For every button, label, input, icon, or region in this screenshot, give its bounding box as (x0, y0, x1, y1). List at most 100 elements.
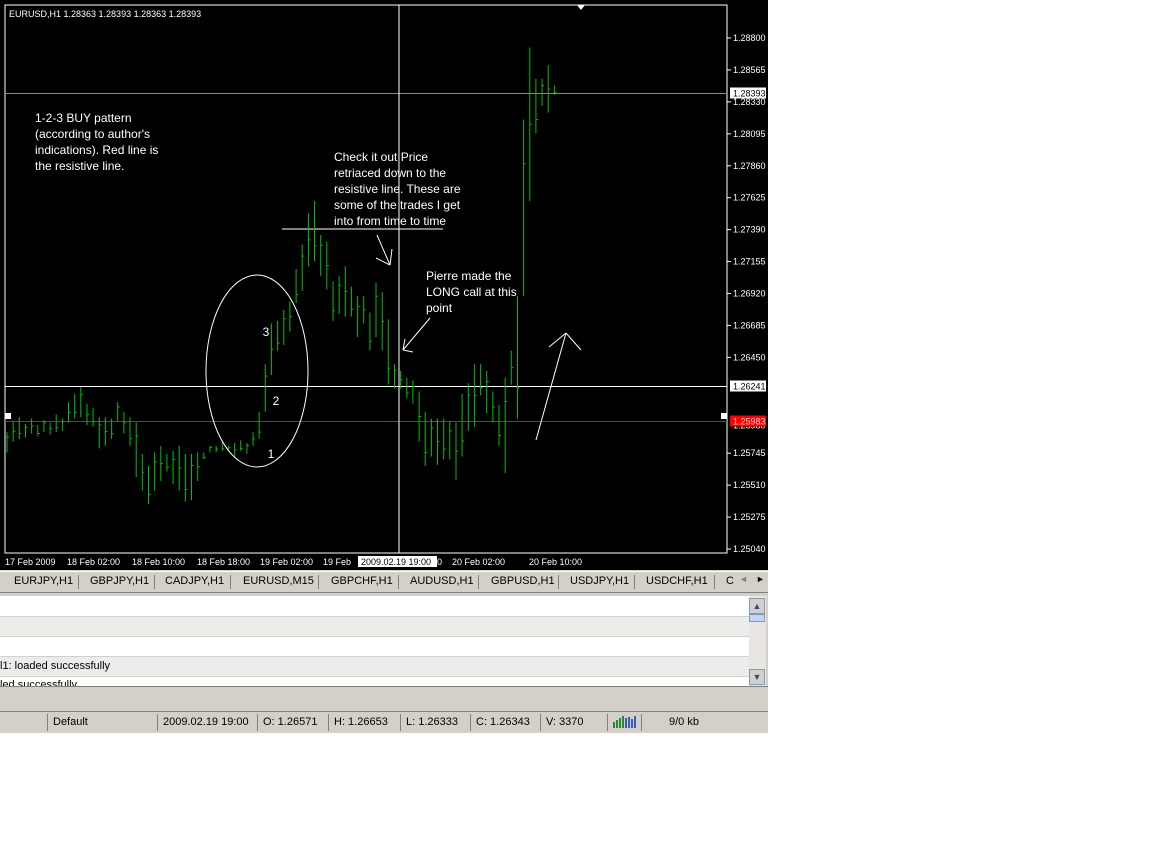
tab-eurjpy-h1[interactable]: EURJPY,H1 (14, 575, 73, 587)
chart-canvas[interactable]: EURUSD,H1 1.28363 1.28393 1.28363 1.2839… (0, 0, 768, 570)
tab-gbpjpy-h1[interactable]: GBPJPY,H1 (90, 575, 149, 587)
tab-divider (318, 575, 319, 589)
panel-divider (0, 686, 768, 687)
status-bar: Default 2009.02.19 19:00 O: 1.26571 H: 1… (0, 711, 768, 733)
scroll-down-icon[interactable]: ▼ (749, 669, 765, 685)
status-high: H: 1.26653 (334, 716, 388, 728)
resistive-line-right-handle[interactable] (721, 413, 727, 419)
price-tick-label: 1.27625 (733, 193, 766, 203)
price-tick-label: 1.28800 (733, 33, 766, 43)
retrace-note[interactable]: Check it out Price retriaced down to the… (334, 150, 461, 228)
tab-divider (714, 575, 715, 589)
status-divider (157, 714, 158, 731)
resistive-price-label: 1.25983 (733, 417, 766, 427)
price-tick-label: 1.26920 (733, 289, 766, 299)
chart-tabs: EURJPY,H1 GBPJPY,H1 CADJPY,H1 EURUSD,M15… (0, 571, 768, 593)
time-tick-label: 20 Feb 02:00 (452, 557, 505, 567)
time-tick-label: 19 Feb 02:00 (260, 557, 313, 567)
tab-eurusd-m15[interactable]: EURUSD,M15 (243, 575, 314, 587)
pattern-note-line: indications). Red line is (35, 143, 158, 157)
retrace-arrow-icon[interactable] (375, 234, 393, 266)
pattern-note-line: 1-2-3 BUY pattern (35, 111, 132, 125)
time-tick-label: 18 Feb 02:00 (67, 557, 120, 567)
list-item[interactable] (0, 596, 749, 617)
point-2-label: 2 (273, 394, 280, 408)
point-3-label: 3 (263, 325, 270, 339)
time-tick-label: 20 Feb 10:00 (529, 557, 582, 567)
price-tick-label: 1.27155 (733, 257, 766, 267)
tab-usdchf-h1[interactable]: USDCHF,H1 (646, 575, 708, 587)
retrace-note-line: into from time to time (334, 214, 446, 228)
tab-divider (154, 575, 155, 589)
status-divider (257, 714, 258, 731)
status-traffic: 9/0 kb (669, 716, 699, 728)
crosshair-price-label: 1.26241 (733, 382, 766, 392)
list-item[interactable]: led successfully (0, 677, 749, 686)
pattern-note[interactable]: 1-2-3 BUY pattern (according to author's… (35, 111, 158, 173)
status-low: L: 1.26333 (406, 716, 458, 728)
tab-divider (634, 575, 635, 589)
pierre-arrow-icon[interactable] (402, 317, 431, 353)
tab-gbpusd-h1[interactable]: GBPUSD,H1 (491, 575, 555, 587)
terminal-scrollbar[interactable]: ▲ ▼ (749, 596, 766, 686)
price-tick-label: 1.27390 (733, 225, 766, 235)
status-open: O: 1.26571 (263, 716, 318, 728)
price-tick-label: 1.27860 (733, 161, 766, 171)
price-tick-label: 1.25040 (733, 544, 766, 554)
shift-marker-icon[interactable] (577, 5, 585, 10)
time-tick-label: 17 Feb 2009 (5, 557, 56, 567)
resistive-line-left-handle[interactable] (5, 413, 11, 419)
tab-audusd-h1[interactable]: AUDUSD,H1 (410, 575, 474, 587)
price-tick-label: 1.25745 (733, 448, 766, 458)
pattern-note-line: (according to author's (35, 127, 150, 141)
pattern-note-line: the resistive line. (35, 159, 124, 173)
price-tick-label: 1.26450 (733, 352, 766, 362)
tab-usdjpy-h1[interactable]: USDJPY,H1 (570, 575, 629, 587)
metatrader-window: EURUSD,H1 1.28363 1.28393 1.28363 1.2839… (0, 0, 768, 733)
price-tick-label: 1.28095 (733, 129, 766, 139)
tab-gbpchf-h1[interactable]: GBPCHF,H1 (331, 575, 393, 587)
status-divider (328, 714, 329, 731)
tab-cadjpy-h1[interactable]: CADJPY,H1 (165, 575, 224, 587)
pattern-ellipse[interactable] (205, 274, 309, 468)
pierre-note-line: point (426, 301, 453, 315)
status-divider (470, 714, 471, 731)
status-volume: V: 3370 (546, 716, 584, 728)
tab-scroll-right-icon[interactable]: ► (756, 574, 765, 584)
retrace-note-line: resistive line. These are (334, 182, 461, 196)
tab-divider (230, 575, 231, 589)
pierre-note-line: Pierre made the (426, 269, 512, 283)
time-tick-label: 19 Feb (323, 557, 351, 567)
tab-divider (558, 575, 559, 589)
retrace-note-line: Check it out Price (334, 150, 428, 164)
chart-border (4, 4, 728, 554)
tab-divider (478, 575, 479, 589)
list-item[interactable]: l1: loaded successfully (0, 657, 749, 676)
tab-scroll-left-icon[interactable]: ◄ (739, 574, 748, 584)
connection-bars-icon[interactable] (613, 716, 637, 728)
price-tick-label: 1.28565 (733, 65, 766, 75)
status-datetime: 2009.02.19 19:00 (163, 716, 249, 728)
status-divider (47, 714, 48, 731)
scroll-up-icon[interactable]: ▲ (749, 598, 765, 614)
time-tick-label: 18 Feb 18:00 (197, 557, 250, 567)
terminal-log: l1: loaded successfully led successfully (0, 596, 768, 686)
pierre-note[interactable]: Pierre made the LONG call at this point (426, 269, 517, 315)
time-tick-label: 18 Feb 10:00 (132, 557, 185, 567)
tab-truncated[interactable]: C (726, 575, 734, 587)
status-divider (400, 714, 401, 731)
tab-divider (398, 575, 399, 589)
pierre-note-line: LONG call at this (426, 285, 517, 299)
list-item[interactable] (0, 637, 749, 657)
price-tick-label: 1.25510 (733, 480, 766, 490)
point-1-label: 1 (268, 447, 275, 461)
price-chart[interactable]: EURUSD,H1 1.28363 1.28393 1.28363 1.2839… (0, 0, 768, 570)
list-item[interactable] (0, 617, 749, 637)
time-tick-label: 0 (437, 557, 442, 567)
scrollbar-thumb[interactable] (749, 614, 765, 622)
tab-divider (78, 575, 79, 589)
status-profile[interactable]: Default (53, 716, 88, 728)
crosshair-time-label: 2009.02.19 19:00 (361, 557, 431, 567)
current-price-label: 1.28393 (733, 89, 766, 99)
status-divider (540, 714, 541, 731)
